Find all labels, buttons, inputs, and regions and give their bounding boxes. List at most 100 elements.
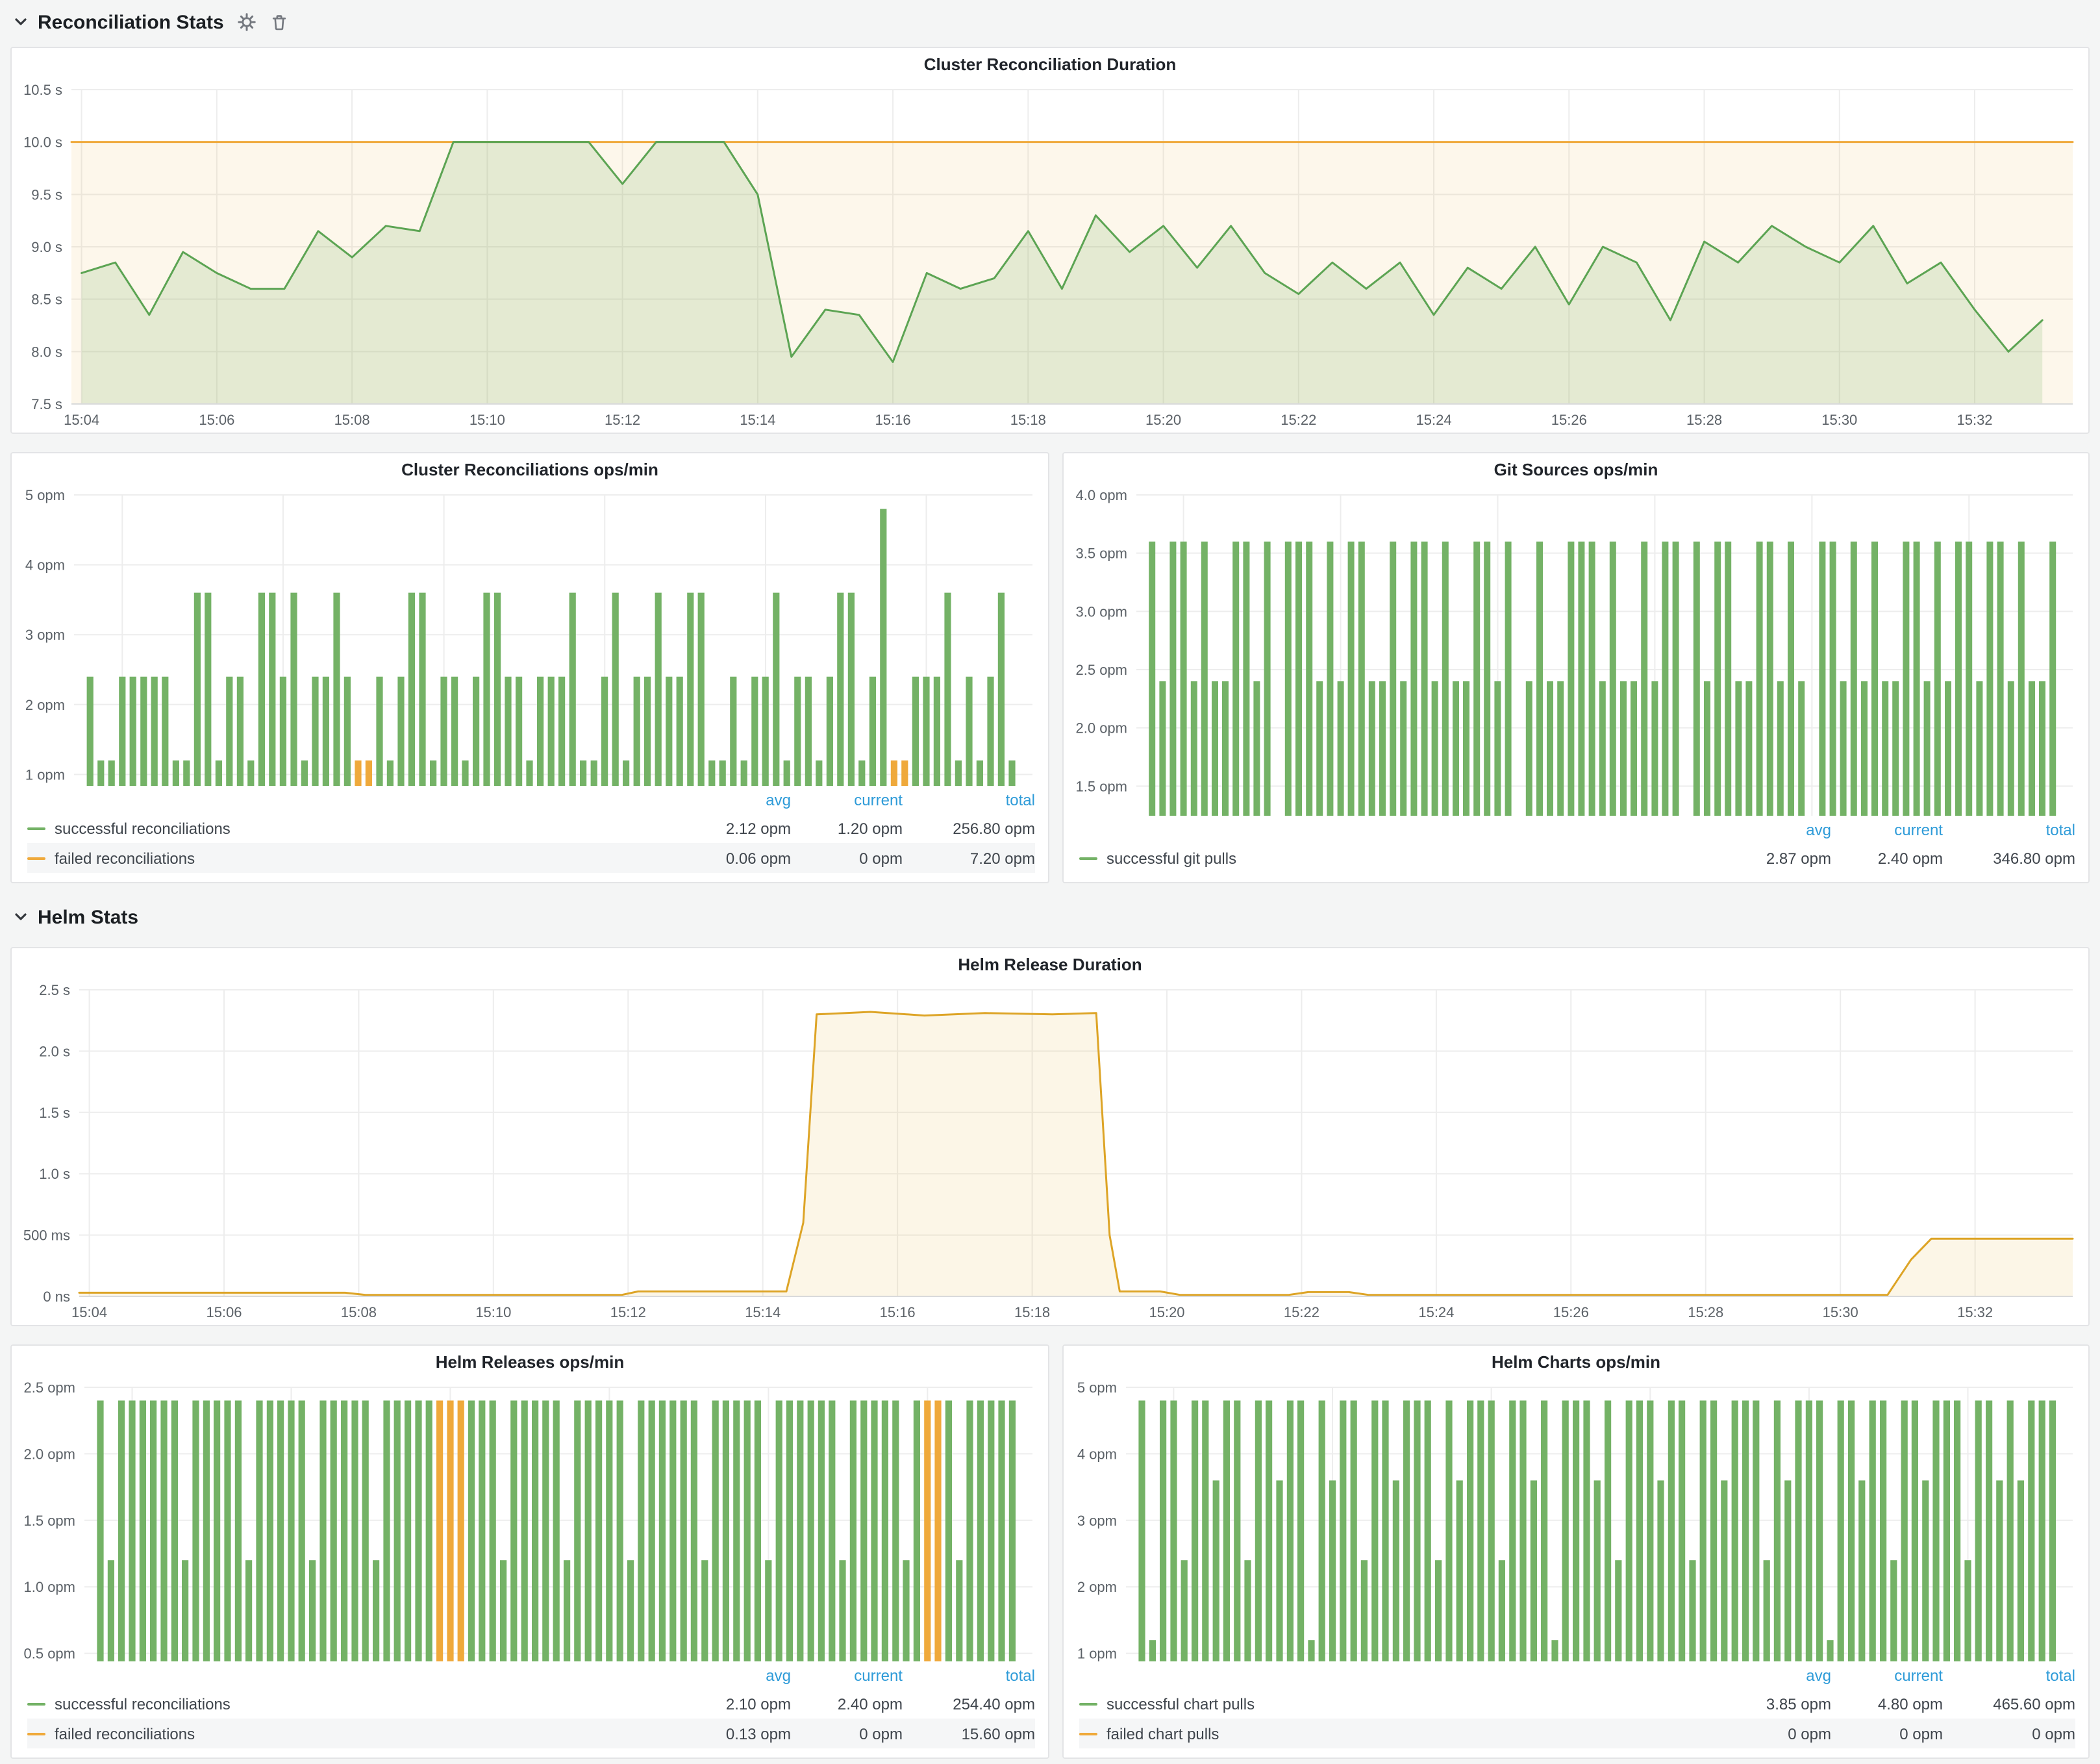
chevron-down-icon[interactable]	[13, 909, 29, 925]
helm-release-duration-canvas[interactable]: 15:0415:0615:0815:1015:1215:1415:1615:18…	[12, 979, 2088, 1325]
chart-helm-charts[interactable]: 15:0515:1015:1515:2015:2515:300 opm1 opm…	[1064, 1377, 2088, 1661]
panel-title[interactable]: Git Sources ops/min	[1064, 453, 2088, 485]
x-axis-label: 15:08	[341, 1304, 377, 1320]
panel-title[interactable]: Helm Releases ops/min	[12, 1346, 1048, 1377]
x-axis-label: 15:14	[745, 1304, 781, 1320]
y-axis-label: 2 opm	[1077, 1579, 1117, 1595]
chevron-down-icon[interactable]	[13, 14, 29, 30]
legend-series-label[interactable]: successful chart pulls	[1106, 1695, 1255, 1713]
y-axis-label: 8.0 s	[31, 344, 62, 360]
panel-title[interactable]: Helm Release Duration	[12, 948, 2088, 979]
legend-series-label[interactable]: failed chart pulls	[1106, 1724, 1219, 1743]
legend-col-total[interactable]: total	[1943, 1666, 2075, 1684]
y-axis-label: 3.0 opm	[1076, 603, 1128, 620]
y-axis-label: 500 ms	[23, 1228, 70, 1244]
legend-series-label[interactable]: failed reconciliations	[55, 1724, 195, 1743]
legend-value: 0 opm	[791, 849, 903, 867]
legend: avgcurrenttotal successful reconciliation…	[12, 786, 1048, 882]
y-axis-label: 2 opm	[25, 697, 65, 713]
chart-cluster-reconciliations[interactable]: 15:0515:1015:1515:2015:2515:300 opm1 opm…	[12, 485, 1048, 786]
series-color-icon	[1079, 1702, 1097, 1705]
panel-title[interactable]: Helm Charts ops/min	[1064, 1346, 2088, 1377]
section-header-reconciliation-stats[interactable]: Reconciliation Stats	[13, 6, 289, 38]
git-sources-canvas[interactable]: 15:0515:1015:1515:2015:2515:301.0 opm1.5…	[1064, 485, 2088, 816]
panel-cluster-reconciliation-duration: Cluster Reconciliation Duration 15:0415:…	[10, 47, 2090, 434]
trash-icon[interactable]	[271, 13, 289, 31]
section-title[interactable]: Helm Stats	[38, 906, 138, 928]
x-axis-label: 15:12	[605, 412, 640, 428]
cluster-reconciliations-canvas[interactable]: 15:0515:1015:1515:2015:2515:300 opm1 opm…	[12, 485, 1048, 786]
legend-col-current[interactable]: current	[791, 1666, 903, 1684]
y-axis-label: 10.5 s	[23, 82, 62, 98]
section-title[interactable]: Reconciliation Stats	[38, 11, 224, 33]
legend: avgcurrenttotal successful reconciliation…	[12, 1661, 1048, 1758]
x-axis-label: 15:08	[334, 412, 370, 428]
section-header-helm-stats[interactable]: Helm Stats	[13, 901, 138, 933]
chart-helm-release-duration[interactable]: 15:0415:0615:0815:1015:1215:1415:1615:18…	[12, 979, 2088, 1325]
chart-cluster-reconciliation-duration[interactable]: 15:0415:0615:0815:1015:1215:1415:1615:18…	[12, 79, 2088, 433]
gear-icon[interactable]	[238, 13, 256, 31]
legend-col-avg[interactable]: avg	[679, 1666, 791, 1684]
y-axis-label: 3 opm	[25, 627, 65, 643]
helm-releases-canvas[interactable]: 15:0515:1015:1515:2015:2515:300 opm0.5 o…	[12, 1377, 1048, 1661]
legend-col-avg[interactable]: avg	[1719, 820, 1831, 838]
x-axis-label: 15:30	[1823, 1304, 1858, 1320]
legend-col-current[interactable]: current	[1831, 820, 1943, 838]
chart-helm-releases[interactable]: 15:0515:1015:1515:2015:2515:300 opm0.5 o…	[12, 1377, 1048, 1661]
legend-series-label[interactable]: successful reconciliations	[55, 819, 231, 837]
x-axis-label: 15:28	[1688, 1304, 1723, 1320]
legend: avgcurrenttotal successful git pulls 2.87 …	[1064, 816, 2088, 882]
legend-value: 0 opm	[1831, 1724, 1943, 1743]
y-axis-label: 2.5 opm	[24, 1380, 76, 1396]
legend-series-label[interactable]: successful git pulls	[1106, 849, 1236, 867]
x-axis-label: 15:22	[1284, 1304, 1319, 1320]
legend-value: 256.80 opm	[903, 819, 1035, 837]
legend-value: 0.06 opm	[679, 849, 791, 867]
series-color-icon	[1079, 1732, 1097, 1735]
series-color-icon	[27, 1732, 45, 1735]
y-axis-label: 3 opm	[1077, 1513, 1117, 1529]
legend-series-label[interactable]: successful reconciliations	[55, 1695, 231, 1713]
y-axis-label: 4 opm	[1077, 1446, 1117, 1462]
x-axis-label: 15:18	[1010, 412, 1046, 428]
legend-value: 15.60 opm	[903, 1724, 1035, 1743]
y-axis-label: 1 opm	[1077, 1646, 1117, 1661]
panel-title[interactable]: Cluster Reconciliations ops/min	[12, 453, 1048, 485]
series-color-icon	[27, 827, 45, 829]
helm-charts-canvas[interactable]: 15:0515:1015:1515:2015:2515:300 opm1 opm…	[1064, 1377, 2088, 1661]
legend-col-total[interactable]: total	[1943, 820, 2075, 838]
y-axis-label: 2.0 opm	[1076, 720, 1128, 737]
y-axis-label: 1.5 opm	[1076, 778, 1128, 794]
legend-value: 2.87 opm	[1719, 849, 1831, 867]
x-axis-label: 15:20	[1145, 412, 1181, 428]
y-axis-label: 1 opm	[25, 766, 65, 783]
chart-git-sources[interactable]: 15:0515:1015:1515:2015:2515:301.0 opm1.5…	[1064, 485, 2088, 816]
panel-git-sources: Git Sources ops/min 15:0515:1015:1515:20…	[1062, 452, 2090, 883]
x-axis-label: 15:10	[475, 1304, 511, 1320]
panel-helm-release-duration: Helm Release Duration 15:0415:0615:0815:…	[10, 947, 2090, 1326]
cluster-reconciliation-duration-canvas[interactable]: 15:0415:0615:0815:1015:1215:1415:1615:18…	[12, 79, 2088, 433]
legend-col-current[interactable]: current	[1831, 1666, 1943, 1684]
legend-col-total[interactable]: total	[903, 1666, 1035, 1684]
legend-series-label[interactable]: failed reconciliations	[55, 849, 195, 867]
x-axis-label: 15:22	[1281, 412, 1316, 428]
x-axis-label: 15:24	[1418, 1304, 1454, 1320]
legend-col-avg[interactable]: avg	[679, 790, 791, 809]
legend-value: 3.85 opm	[1719, 1695, 1831, 1713]
legend-row: failed chart pulls0 opm0 opm0 opm	[1079, 1719, 2075, 1748]
legend-header: avgcurrenttotal	[1079, 1661, 2075, 1689]
legend-header: avgcurrenttotal	[1079, 816, 2075, 843]
legend-value: 0 opm	[1943, 1724, 2075, 1743]
legend-col-current[interactable]: current	[791, 790, 903, 809]
x-axis-label: 15:14	[740, 412, 775, 428]
legend-col-avg[interactable]: avg	[1719, 1666, 1831, 1684]
legend-col-total[interactable]: total	[903, 790, 1035, 809]
y-axis-label: 7.5 s	[31, 396, 62, 412]
legend-value: 0 opm	[791, 1724, 903, 1743]
y-axis-label: 1.5 opm	[24, 1513, 76, 1529]
panel-title[interactable]: Cluster Reconciliation Duration	[12, 48, 2088, 79]
y-axis-label: 4.0 opm	[1076, 487, 1128, 503]
series-color-icon	[27, 1702, 45, 1705]
y-axis-label: 2.5 s	[39, 982, 70, 998]
y-axis-label: 3.5 opm	[1076, 546, 1128, 562]
